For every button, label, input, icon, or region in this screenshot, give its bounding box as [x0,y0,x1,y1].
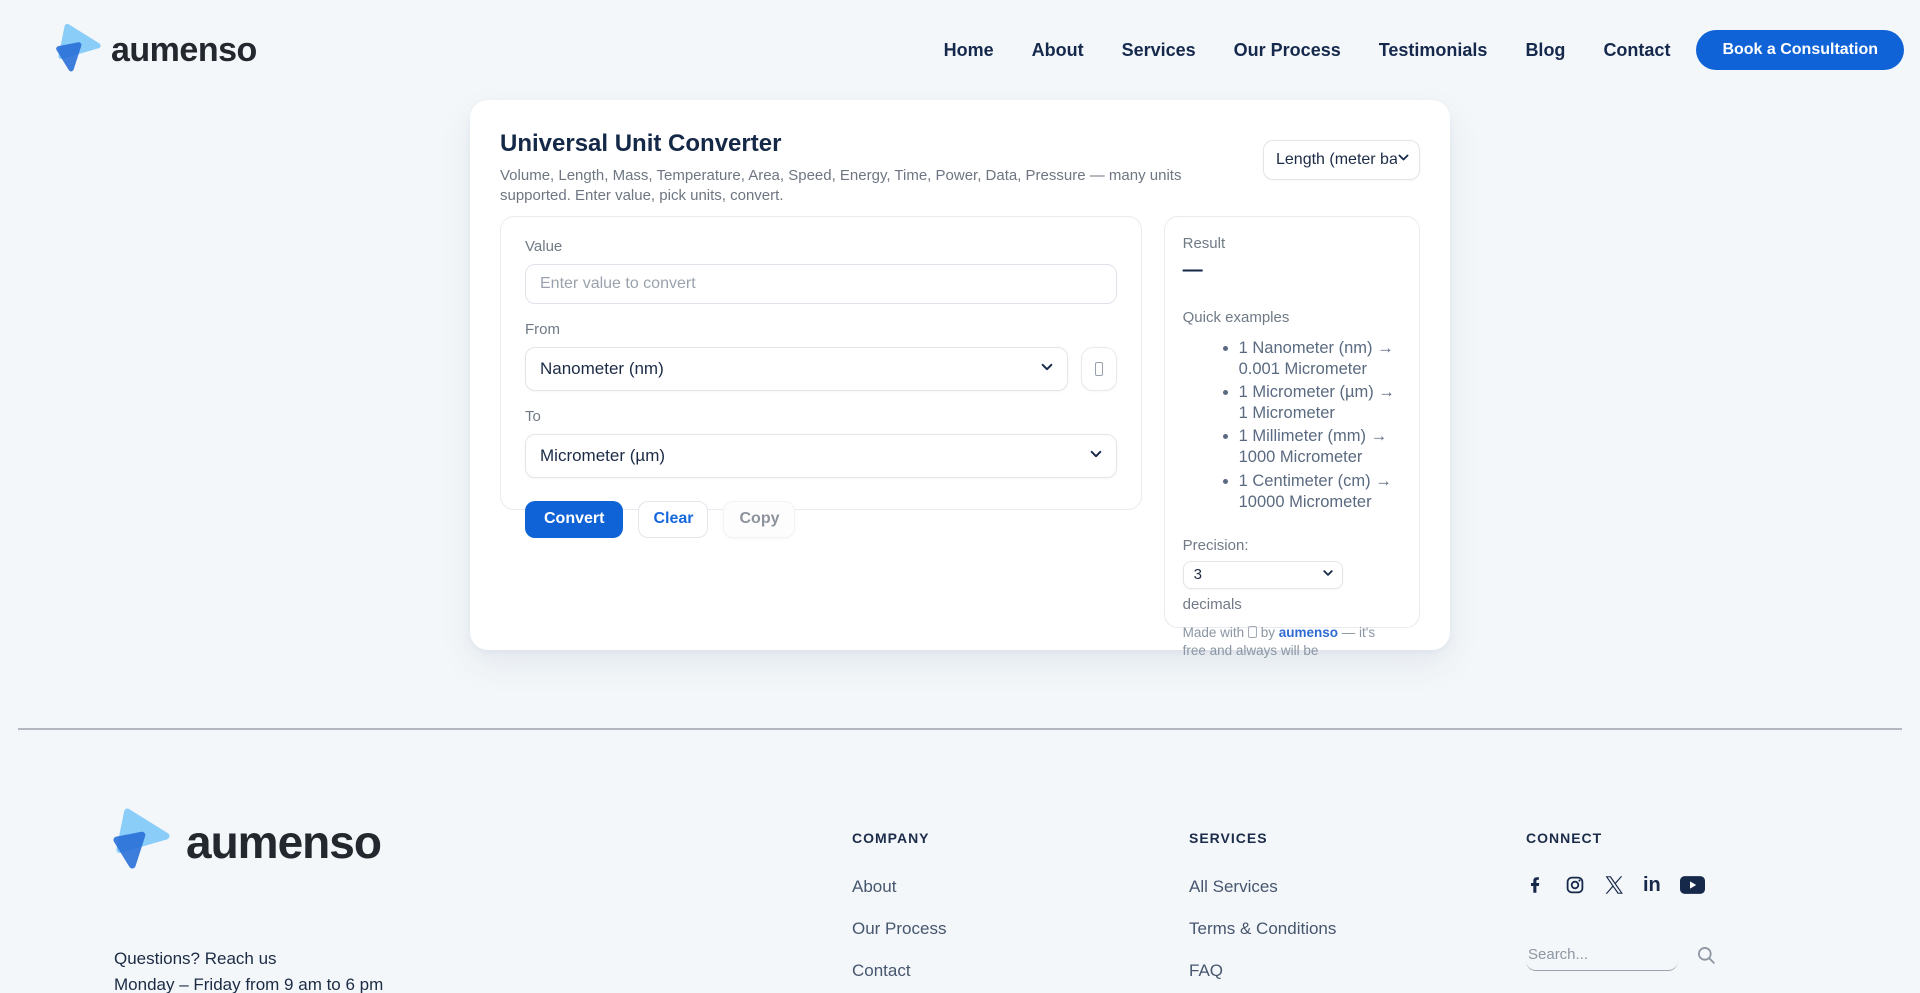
instagram-icon[interactable] [1565,875,1585,895]
page-subtitle: Volume, Length, Mass, Temperature, Area,… [500,166,1235,206]
list-item: 1 Micrometer (µm) → 1 Micrometer [1239,382,1401,424]
search-icon[interactable] [1696,945,1717,971]
card-titles: Universal Unit Converter Volume, Length,… [500,128,1235,206]
list-item: 1 Nanometer (nm) → 0.001 Micrometer [1239,338,1401,380]
youtube-icon[interactable] [1680,876,1705,894]
value-input[interactable] [525,264,1117,304]
aumenso-logo-icon [112,808,170,875]
result-panel: Result — Quick examples 1 Nanometer (nm)… [1164,216,1420,628]
value-label: Value [525,238,1117,255]
page-title: Universal Unit Converter [500,130,1235,158]
linkedin-icon[interactable]: in [1643,875,1661,895]
decimals-label: decimals [1183,596,1401,613]
header-logo[interactable]: aumenso [55,23,257,78]
aumenso-logo-icon [55,23,101,78]
logo-wordmark: aumenso [186,815,381,869]
heart-icon [1248,626,1257,638]
from-unit-select[interactable]: Nanometer (nm) [525,347,1068,391]
quick-examples-list: 1 Nanometer (nm) → 0.001 Micrometer 1 Mi… [1183,338,1401,513]
nav-services[interactable]: Services [1122,40,1196,61]
quick-examples-label: Quick examples [1183,309,1401,326]
to-label: To [525,408,1117,425]
converter-card: Universal Unit Converter Volume, Length,… [470,100,1450,650]
contact-line: Questions? Reach us [114,946,383,972]
made-with-by: by [1261,625,1275,640]
aumenso-link[interactable]: aumenso [1279,625,1338,640]
convert-button[interactable]: Convert [525,501,623,538]
facebook-icon[interactable] [1526,875,1546,895]
logo-wordmark: aumenso [111,31,257,70]
footer-column-connect: CONNECT in [1526,830,1705,895]
book-consultation-button[interactable]: Book a Consultation [1696,30,1904,70]
list-item: 1 Millimeter (mm) → 1000 Micrometer [1239,426,1401,468]
copy-button[interactable]: Copy [723,501,795,538]
swap-units-button[interactable] [1081,347,1117,391]
footer-column-title: CONNECT [1526,830,1705,846]
list-item: 1 Centimeter (cm) → 10000 Micrometer [1239,471,1401,513]
nav-blog[interactable]: Blog [1525,40,1565,61]
from-unit-value: Nanometer (nm) [540,359,664,379]
nav-our-process[interactable]: Our Process [1234,40,1341,61]
nav-testimonials[interactable]: Testimonials [1379,40,1488,61]
swap-icon [1095,362,1103,376]
chevron-down-icon [1040,359,1054,379]
footer-contact: Questions? Reach us Monday – Friday from… [114,946,383,993]
footer-column-services: SERVICES All Services Terms & Conditions… [1189,830,1336,993]
contact-line: Monday – Friday from 9 am to 6 pm [114,972,383,993]
chevron-down-icon [1322,566,1334,583]
precision-value: 3 [1194,566,1202,583]
footer-link-faq[interactable]: FAQ [1189,961,1336,981]
x-twitter-icon[interactable] [1604,875,1624,895]
nav-about[interactable]: About [1032,40,1084,61]
category-select[interactable]: Length (meter base [1263,140,1420,180]
footer-column-title: COMPANY [852,830,946,846]
footer-search [1526,944,1717,971]
clear-button[interactable]: Clear [638,501,708,538]
from-label: From [525,321,1117,338]
made-with-prefix: Made with [1183,625,1245,640]
precision-label: Precision: [1183,537,1401,554]
footer-link-terms[interactable]: Terms & Conditions [1189,919,1336,939]
footer-link-contact[interactable]: Contact [852,961,946,981]
to-unit-value: Micrometer (µm) [540,446,665,466]
chevron-down-icon [1397,151,1410,169]
main-nav: Home About Services Our Process Testimon… [944,40,1671,61]
category-select-value: Length (meter base [1276,151,1397,169]
footer-column-title: SERVICES [1189,830,1336,846]
footer-column-company: COMPANY About Our Process Contact [852,830,946,993]
nav-home[interactable]: Home [944,40,994,61]
to-unit-select[interactable]: Micrometer (µm) [525,434,1117,478]
footer-link-all-services[interactable]: All Services [1189,877,1336,897]
converter-form-panel: Value From Nanometer (nm) To Micrometer … [500,216,1142,510]
footer-logo[interactable]: aumenso [112,808,381,875]
result-value: — [1183,259,1401,282]
result-label: Result [1183,235,1401,252]
made-with-note: Made with by aumenso — it's free and alw… [1183,624,1401,660]
precision-select[interactable]: 3 [1183,561,1343,589]
footer-link-about[interactable]: About [852,877,946,897]
search-input[interactable] [1526,944,1678,971]
nav-contact[interactable]: Contact [1603,40,1670,61]
chevron-down-icon [1089,446,1103,466]
site-header: aumenso Home About Services Our Process … [0,0,1920,100]
footer-link-our-process[interactable]: Our Process [852,919,946,939]
site-footer: aumenso Questions? Reach us Monday – Fri… [0,730,1920,993]
